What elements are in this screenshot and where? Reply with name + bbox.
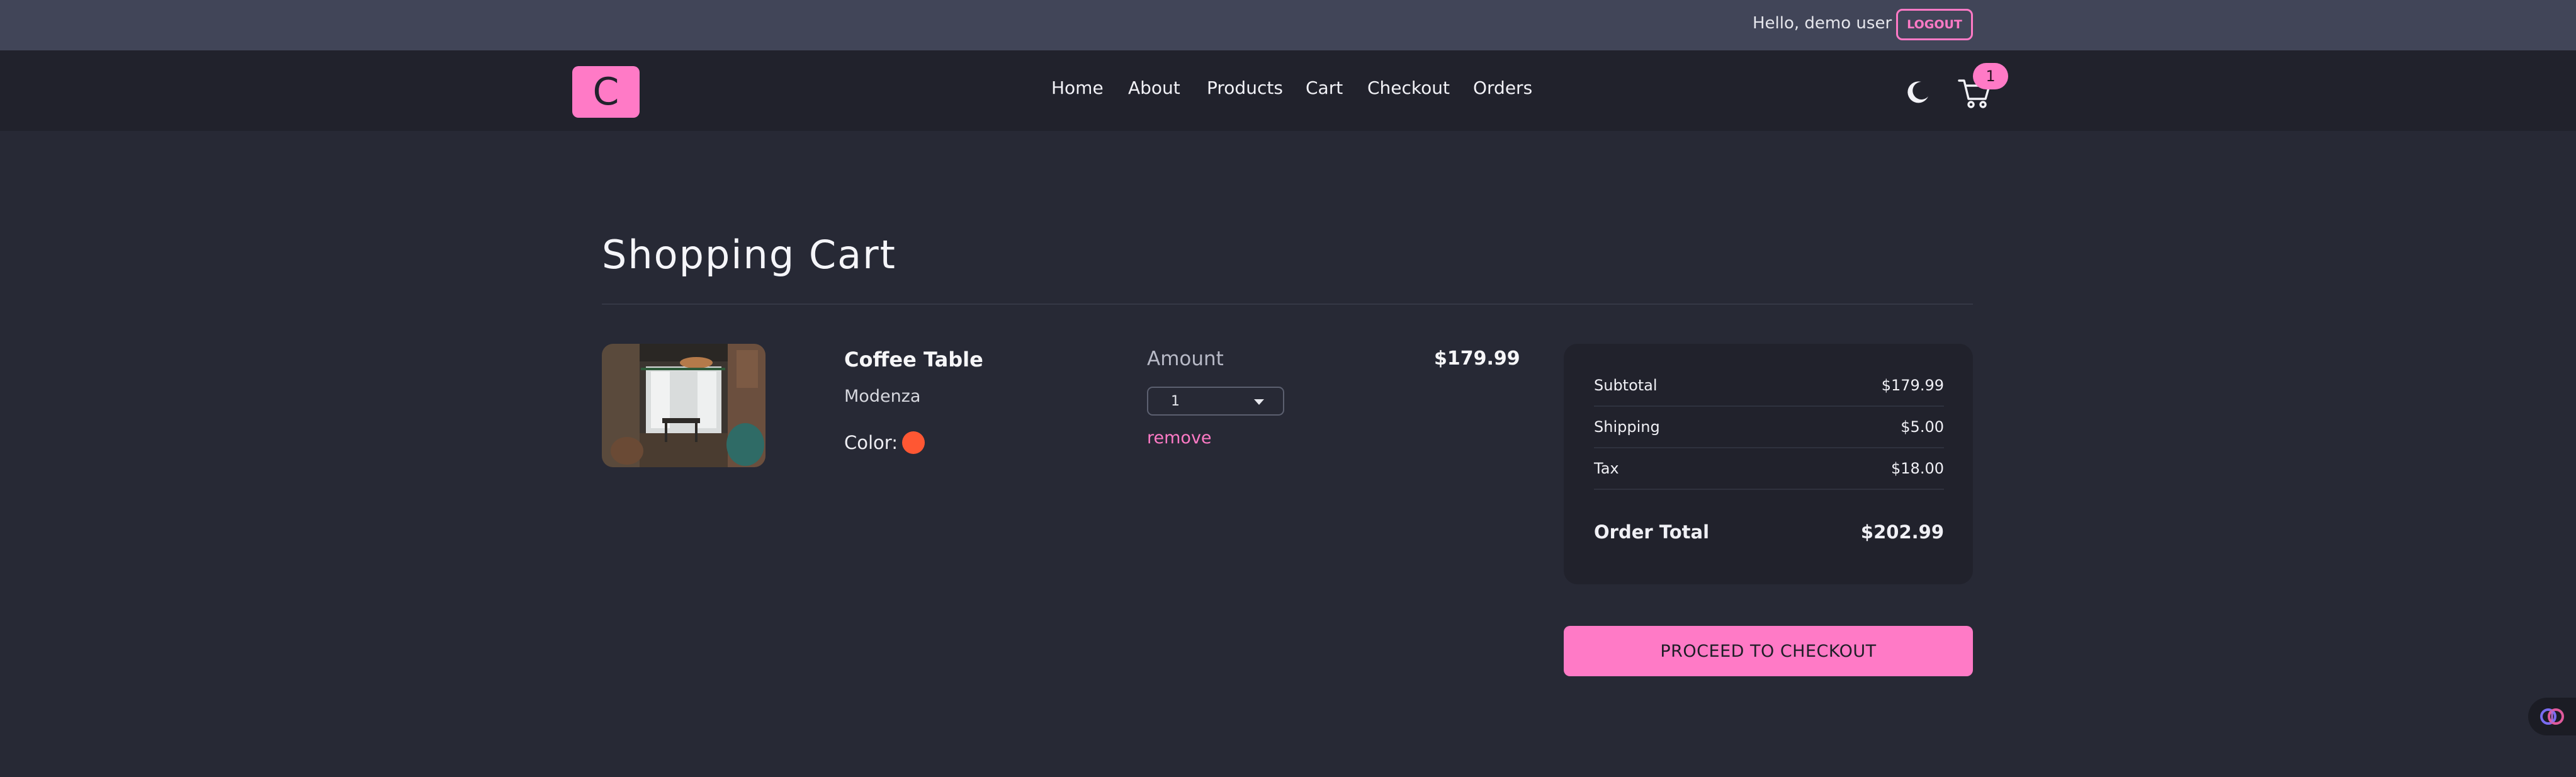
tax-value: $18.00 [1891,460,1944,477]
color-label: Color: [844,432,898,453]
totals-divider [1594,447,1944,448]
shipping-value: $5.00 [1901,418,1944,436]
tax-label: Tax [1594,460,1619,477]
product-name: Coffee Table [844,348,983,371]
assistant-widget-button[interactable] [2528,698,2576,735]
totals-divider [1594,406,1944,407]
tax-row: Tax $18.00 [1594,460,1944,477]
nav-link-home[interactable]: Home [1051,77,1104,98]
shipping-row: Shipping $5.00 [1594,418,1944,436]
nav-link-about[interactable]: About [1128,77,1180,98]
product-image [602,344,765,467]
page-title: Shopping Cart [602,232,896,278]
order-total-row: Order Total $202.99 [1594,521,1944,543]
title-divider [602,303,1973,305]
amount-selected-value: 1 [1171,394,1180,409]
proceed-to-checkout-button[interactable]: PROCEED TO CHECKOUT [1564,626,1973,676]
product-price: $179.99 [1434,348,1520,370]
order-totals-card: Subtotal $179.99 Shipping $5.00 Tax $18.… [1564,344,1973,584]
nav-link-products[interactable]: Products [1207,77,1283,98]
remove-item-link[interactable]: remove [1147,428,1212,448]
amount-label: Amount [1147,348,1224,370]
product-company: Modenza [844,387,921,406]
logout-button[interactable]: LOGOUT [1896,9,1973,40]
user-bar: Hello, demo user LOGOUT [0,0,2576,50]
nav-link-orders[interactable]: Orders [1473,77,1532,98]
subtotal-label: Subtotal [1594,377,1658,394]
order-total-value: $202.99 [1860,521,1944,543]
user-greeting: Hello, demo user [1753,14,1892,33]
navbar: C Home About Products Cart Checkout Orde… [0,50,2576,131]
amount-select[interactable]: 1 [1147,387,1284,416]
logo-link[interactable]: C [572,66,640,118]
shipping-label: Shipping [1594,418,1660,436]
moon-icon[interactable] [1905,79,1931,105]
cart-count-badge: 1 [1973,63,2008,89]
subtotal-row: Subtotal $179.99 [1594,377,1944,394]
totals-divider [1594,489,1944,490]
brain-icon [2540,708,2564,725]
color-swatch [902,431,925,454]
chevron-down-icon [1254,399,1264,405]
subtotal-value: $179.99 [1881,377,1944,394]
nav-link-checkout[interactable]: Checkout [1367,77,1450,98]
order-total-label: Order Total [1594,521,1710,543]
nav-link-cart[interactable]: Cart [1306,77,1343,98]
